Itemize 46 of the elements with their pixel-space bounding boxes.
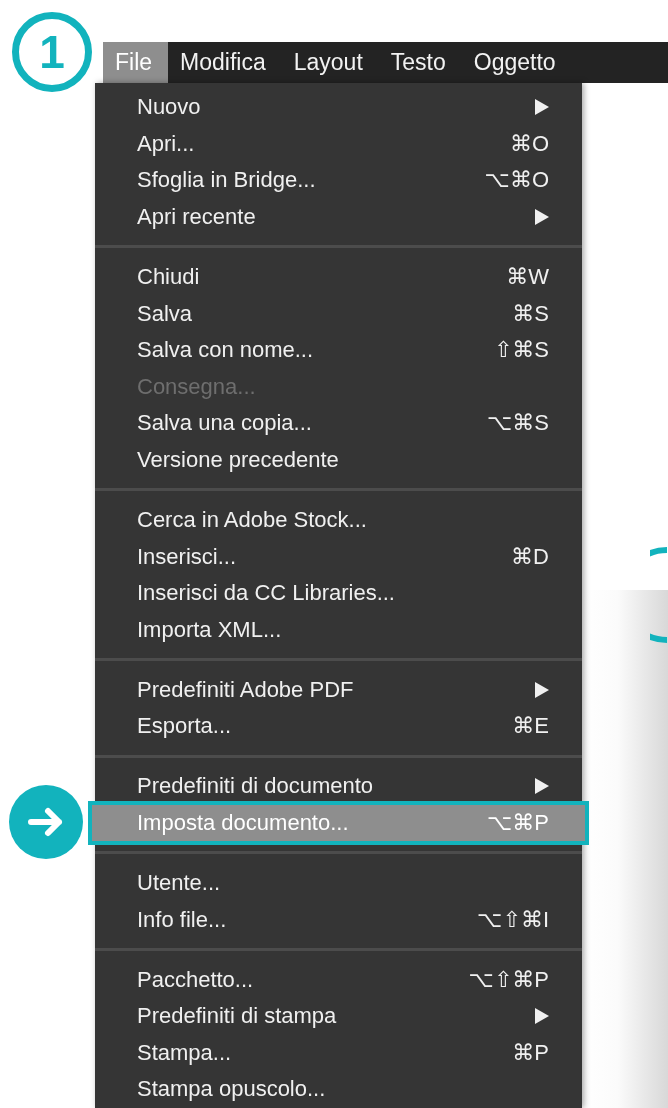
shortcut-label: ⌥⌘S bbox=[486, 410, 549, 437]
submenu-triangle-icon bbox=[535, 209, 549, 226]
menu-item[interactable]: Apri recente bbox=[95, 198, 582, 236]
menu-item[interactable]: Cerca in Adobe Stock... bbox=[95, 501, 582, 539]
menu-item[interactable]: Inserisci... ⌘D bbox=[95, 538, 582, 575]
menu-item[interactable]: Salva una copia... ⌥⌘S bbox=[95, 405, 582, 442]
shortcut-label: ⌥⌘P bbox=[486, 809, 549, 836]
menu-item[interactable]: Stampa opuscolo... bbox=[95, 1071, 582, 1108]
menu-item[interactable]: Chiudi ⌘W bbox=[95, 258, 582, 296]
menu-item[interactable]: Info file... ⌥⇧⌘I bbox=[95, 901, 582, 938]
step-badge: 1 bbox=[12, 12, 92, 92]
submenu-triangle-icon bbox=[535, 99, 549, 116]
menu-item[interactable]: Apri... ⌘O bbox=[95, 125, 582, 163]
menubar-item[interactable]: Modifica bbox=[168, 42, 282, 83]
menu-item[interactable]: Salva ⌘S bbox=[95, 295, 582, 332]
shortcut-label: ⌘P bbox=[512, 1039, 549, 1066]
menu-item[interactable]: Predefiniti di documento bbox=[95, 768, 582, 805]
menu-item[interactable]: Esporta... ⌘E bbox=[95, 708, 582, 745]
submenu-triangle-icon bbox=[535, 778, 549, 795]
shortcut-label: ⌥⇧⌘P bbox=[468, 966, 549, 993]
shortcut-label: ⌘D bbox=[511, 543, 549, 570]
menu-item[interactable]: Predefiniti Adobe PDF bbox=[95, 671, 582, 709]
shortcut-label: ⌥⌘O bbox=[484, 167, 549, 194]
menu-item[interactable]: Versione precedente bbox=[95, 441, 582, 479]
shortcut-label: ⌘E bbox=[512, 713, 549, 740]
menu-item[interactable]: Importa XML... bbox=[95, 611, 582, 649]
shortcut-label: ⇧⌘S bbox=[493, 337, 549, 364]
menu-item[interactable]: Salva con nome... ⇧⌘S bbox=[95, 331, 582, 369]
menubar-item[interactable]: Testo bbox=[378, 42, 462, 83]
submenu-triangle-icon bbox=[535, 681, 549, 698]
shortcut-label: ⌘O bbox=[509, 130, 549, 157]
menu-item[interactable]: Sfoglia in Bridge... ⌥⌘O bbox=[95, 162, 582, 199]
menu-item[interactable]: Stampa... ⌘P bbox=[95, 1034, 582, 1071]
menubar-item[interactable]: Layout bbox=[281, 42, 379, 83]
menu-item[interactable]: Nuovo bbox=[95, 89, 582, 126]
menu-item[interactable]: Utente... bbox=[95, 864, 582, 902]
shortcut-label: ⌘S bbox=[512, 300, 549, 327]
menubar-item[interactable]: Oggetto bbox=[461, 42, 572, 83]
menu-item[interactable]: Inserisci da CC Libraries... bbox=[95, 574, 582, 612]
circle-marker-icon bbox=[650, 545, 668, 645]
arrow-right-icon bbox=[9, 785, 83, 859]
submenu-triangle-icon bbox=[535, 1008, 549, 1025]
shortcut-label: ⌥⇧⌘I bbox=[477, 906, 549, 933]
menu-item[interactable]: Predefiniti di stampa bbox=[95, 997, 582, 1035]
shortcut-label: ⌘W bbox=[506, 264, 549, 291]
menu-item[interactable]: Pacchetto... ⌥⇧⌘P bbox=[95, 961, 582, 998]
